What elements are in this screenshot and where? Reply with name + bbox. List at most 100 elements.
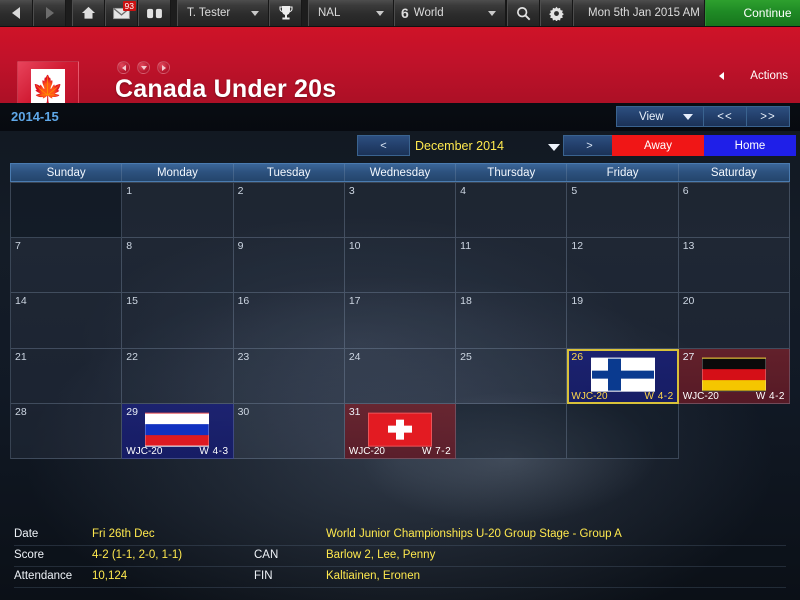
next-page-label: >> [760, 110, 776, 123]
calendar-cell[interactable]: 8 [122, 238, 234, 294]
actions-button[interactable]: Actions [750, 70, 788, 82]
calendar-day-number: 31 [348, 405, 361, 418]
germany-flag-icon [701, 357, 766, 392]
match-summary: WJC-20 W 4-2 [567, 391, 677, 402]
calendar-cell[interactable]: 14 [11, 293, 123, 349]
calendar-cell[interactable]: 22 [122, 348, 234, 404]
calendar-day-number: 21 [15, 350, 27, 363]
comparison-button[interactable] [138, 0, 171, 26]
view-label: View [639, 110, 664, 123]
month-dropdown-icon[interactable] [548, 144, 560, 151]
date-value: Fri 26th Dec [92, 528, 155, 540]
calendar-day-number: 27 [682, 350, 695, 363]
calendar-cell[interactable]: 10 [344, 238, 457, 294]
manager-selector[interactable]: T. Tester [177, 0, 269, 26]
match-competition-label: WJC-20 [348, 446, 385, 457]
finland-flag-icon [590, 357, 655, 392]
match-info-panel: Date Fri 26th Dec World Junior Champions… [0, 523, 800, 600]
day-header-thursday: Thursday [455, 164, 566, 181]
competition-value: World Junior Championships U-20 Group St… [326, 528, 622, 540]
chevron-left-icon[interactable] [719, 72, 725, 80]
calendar-cell[interactable]: 5 [567, 183, 679, 239]
calendar-cell-match[interactable]: 26 WJC-20 W 4-2 [567, 348, 679, 404]
next-month-button[interactable]: > [563, 135, 616, 156]
previous-month-button[interactable]: < [357, 135, 410, 156]
calendar-cell[interactable]: 15 [122, 293, 234, 349]
match-result-label: W 7-2 [421, 446, 452, 457]
next-page-button[interactable]: >> [747, 106, 790, 127]
calendar-cell[interactable]: 16 [233, 293, 345, 349]
match-summary: WJC-20 W 7-2 [345, 446, 455, 457]
calendar-day-number: 11 [460, 240, 472, 253]
calendar-cell[interactable]: 23 [233, 348, 345, 404]
circle-dropdown-icon[interactable] [137, 61, 150, 74]
month-navigation-bar: < December 2014 > Away Home [0, 133, 800, 159]
home-button[interactable] [72, 0, 105, 26]
chevron-down-icon [488, 10, 496, 16]
day-header-sunday: Sunday [46, 166, 86, 179]
calendar-cell[interactable]: 17 [344, 293, 457, 349]
back-button[interactable] [0, 0, 33, 26]
russia-flag-icon [145, 412, 210, 447]
canada-maple-leaf-flag-icon: 🍁 [31, 69, 65, 103]
game-date-display[interactable]: Mon 5th Jan 2015 AM [573, 0, 705, 26]
calendar-cell[interactable]: 21 [11, 348, 123, 404]
competitions-button[interactable] [269, 0, 302, 26]
forward-button[interactable] [33, 0, 66, 26]
calendar-cell[interactable]: 1 [122, 183, 234, 239]
switzerland-flag-icon [367, 412, 432, 447]
view-dropdown[interactable]: View [616, 106, 704, 127]
match-summary: WJC-20 W 4-3 [122, 446, 232, 457]
previous-page-button[interactable]: << [704, 106, 747, 127]
app-window: 93 T. Tester NAL 6 World Mon 5th Jan 201… [0, 0, 800, 600]
calendar-cell-match[interactable]: 29 WJC-20 W 4-3 [122, 403, 234, 459]
calendar-cell[interactable]: 18 [456, 293, 568, 349]
circle-forward-icon[interactable] [157, 61, 170, 74]
calendar-day-number: 24 [348, 350, 361, 363]
calendar-cell[interactable]: 3 [344, 183, 457, 239]
home-icon [81, 6, 96, 19]
day-header-saturday: Saturday [677, 164, 789, 181]
search-button[interactable] [507, 0, 540, 26]
continue-label: Continue [743, 6, 792, 20]
calendar-cell[interactable]: 4 [456, 183, 568, 239]
match-info-row-date: Date Fri 26th Dec World Junior Champions… [14, 525, 786, 546]
calendar-cell[interactable]: 24 [344, 348, 457, 404]
calendar-cell-match[interactable]: 31 WJC-20 W 7-2 [344, 403, 457, 459]
match-result-label: W 4-3 [199, 446, 229, 457]
legend-away[interactable]: Away [612, 135, 704, 156]
circle-back-icon[interactable] [117, 61, 130, 74]
calendar-cell [567, 403, 679, 459]
world-number-label: 6 [401, 5, 409, 21]
calendar-cell-match[interactable]: 27 WJC-20 W 4-2 [678, 348, 790, 404]
columns-icon [147, 8, 162, 18]
calendar-cell [11, 183, 123, 239]
calendar-cell[interactable]: 11 [456, 238, 568, 294]
calendar-cell[interactable]: 19 [567, 293, 679, 349]
calendar-day-number: 19 [571, 295, 584, 308]
league-selector[interactable]: NAL [308, 0, 394, 26]
calendar-day-number: 7 [15, 240, 21, 253]
continue-button[interactable]: Continue [705, 0, 800, 26]
calendar-day-number: 1 [126, 185, 133, 197]
world-selector[interactable]: 6 World [394, 0, 506, 26]
inbox-button[interactable]: 93 [105, 0, 138, 26]
calendar-cell[interactable]: 20 [678, 293, 790, 349]
calendar-cell[interactable]: 25 [456, 348, 568, 404]
legend-away-label: Away [644, 139, 672, 152]
calendar-cell[interactable]: 30 [233, 403, 345, 459]
actions-area: Actions [719, 70, 788, 82]
calendar-cell[interactable]: 12 [567, 238, 679, 294]
calendar-cell[interactable]: 9 [233, 238, 345, 294]
settings-button[interactable] [540, 0, 573, 26]
calendar-cell[interactable]: 2 [233, 183, 345, 239]
calendar-cell[interactable]: 13 [678, 238, 790, 294]
calendar-cell[interactable]: 7 [11, 238, 123, 294]
legend-home[interactable]: Home [704, 135, 796, 156]
chevron-down-icon [683, 113, 693, 120]
calendar-day-number: 17 [348, 295, 361, 308]
manager-name-label: T. Tester [187, 7, 231, 19]
calendar-day-number: 20 [682, 295, 695, 308]
calendar-cell[interactable]: 28 [11, 403, 123, 459]
calendar-cell[interactable]: 6 [678, 183, 790, 239]
